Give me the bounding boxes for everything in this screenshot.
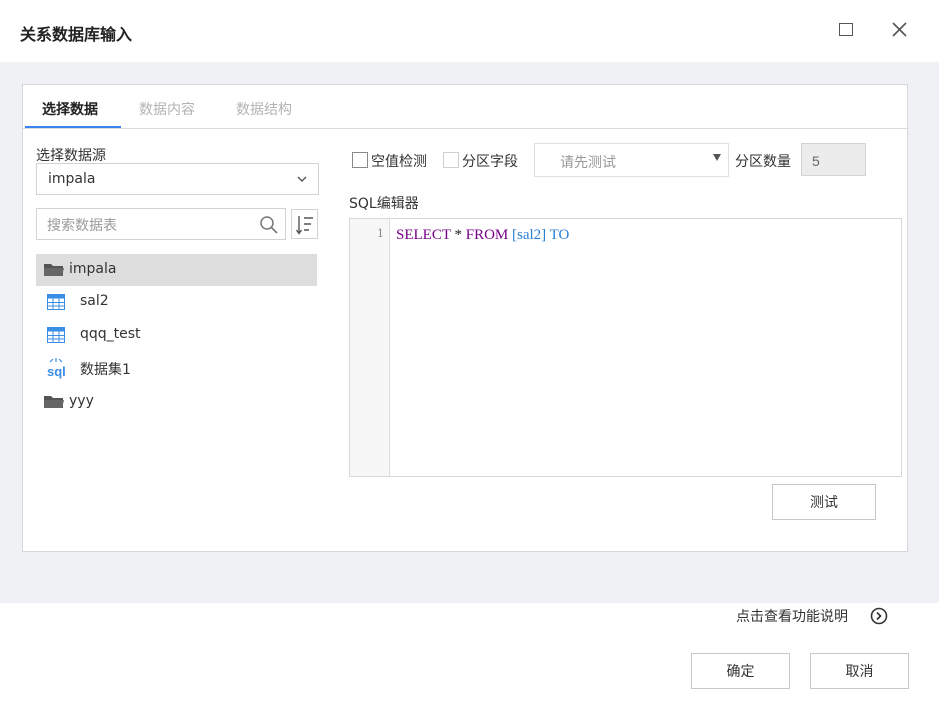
tab-select-data[interactable]: 选择数据 (42, 99, 98, 119)
table-search-box (36, 208, 286, 240)
partition-field-label: 分区字段 (462, 154, 518, 170)
line-number: 1 (377, 227, 384, 240)
tree-item-qqq-test[interactable]: qqq_test (36, 319, 317, 351)
dialog-title: 关系数据库输入 (20, 25, 133, 44)
tree-item-impala[interactable]: impala (36, 254, 317, 286)
tab-data-structure[interactable]: 数据结构 (236, 99, 292, 119)
partition-count-label: 分区数量 (735, 154, 791, 170)
tab-data-content[interactable]: 数据内容 (139, 99, 195, 119)
chevron-right-circle-icon (870, 607, 888, 625)
datasource-label: 选择数据源 (36, 148, 106, 164)
main-panel: 选择数据 数据内容 数据结构 选择数据源 impala impala (22, 84, 908, 552)
maximize-icon (839, 23, 853, 36)
cancel-button[interactable]: 取消 (810, 653, 909, 689)
help-link[interactable]: 点击查看功能说明 (736, 606, 888, 626)
partition-field-value: 请先测试 (560, 155, 616, 171)
partition-field-checkbox[interactable]: 分区字段 (443, 151, 527, 171)
caret-down-icon (713, 154, 721, 161)
folder-icon (44, 396, 64, 408)
datasource-select[interactable]: impala (36, 163, 319, 195)
sql-editor-label: SQL编辑器 (349, 196, 419, 212)
checkbox-box (443, 152, 459, 168)
sort-icon (295, 216, 313, 235)
close-icon (892, 22, 907, 37)
tree-item-yyy[interactable]: yyy (36, 386, 317, 418)
active-tab-indicator (25, 126, 121, 128)
sql-keyword: FROM (465, 227, 509, 243)
close-button[interactable] (887, 18, 911, 42)
sort-button[interactable] (291, 209, 318, 239)
tree-item-label: yyy (69, 393, 94, 409)
tab-bar: 选择数据 数据内容 数据结构 (23, 85, 907, 129)
partition-count-input[interactable] (810, 150, 864, 172)
search-icon[interactable] (259, 215, 279, 235)
sql-icon: sql (47, 358, 66, 379)
tree-item-label: qqq_test (80, 326, 141, 342)
sql-code-line: SELECT * FROM [sal2] TO (396, 227, 569, 244)
tree-item-label: 数据集1 (80, 362, 131, 378)
partition-count-field (801, 143, 866, 176)
partition-field-select[interactable]: 请先测试 (534, 143, 729, 177)
sql-operator: * (450, 227, 466, 243)
table-search-input[interactable] (45, 214, 249, 236)
test-button[interactable]: 测试 (772, 484, 876, 520)
table-icon (47, 327, 65, 343)
line-gutter: 1 (350, 219, 390, 476)
sql-keyword: SELECT (396, 227, 451, 243)
tree-item-sal2[interactable]: sal2 (36, 286, 317, 318)
sql-editor[interactable]: 1 SELECT * FROM [sal2] TO (349, 218, 902, 477)
checkbox-box (352, 152, 368, 168)
datasource-value: impala (48, 171, 96, 187)
tree-item-label: sal2 (80, 293, 109, 309)
tree-item-label: impala (69, 261, 117, 277)
ok-button[interactable]: 确定 (691, 653, 790, 689)
sql-identifier: [sal2] (508, 227, 550, 243)
tree-item-dataset1[interactable]: sql 数据集1 (36, 352, 317, 384)
maximize-button[interactable] (835, 18, 859, 42)
null-check-label: 空值检测 (371, 154, 427, 170)
sql-keyword: TO (549, 227, 570, 243)
svg-text:sql: sql (47, 364, 66, 379)
null-check-checkbox[interactable]: 空值检测 (352, 151, 436, 171)
folder-open-icon (44, 264, 64, 276)
table-icon (47, 294, 65, 310)
title-bar: 关系数据库输入 (0, 0, 939, 62)
help-link-label: 点击查看功能说明 (736, 609, 848, 625)
chevron-down-icon (297, 176, 307, 182)
